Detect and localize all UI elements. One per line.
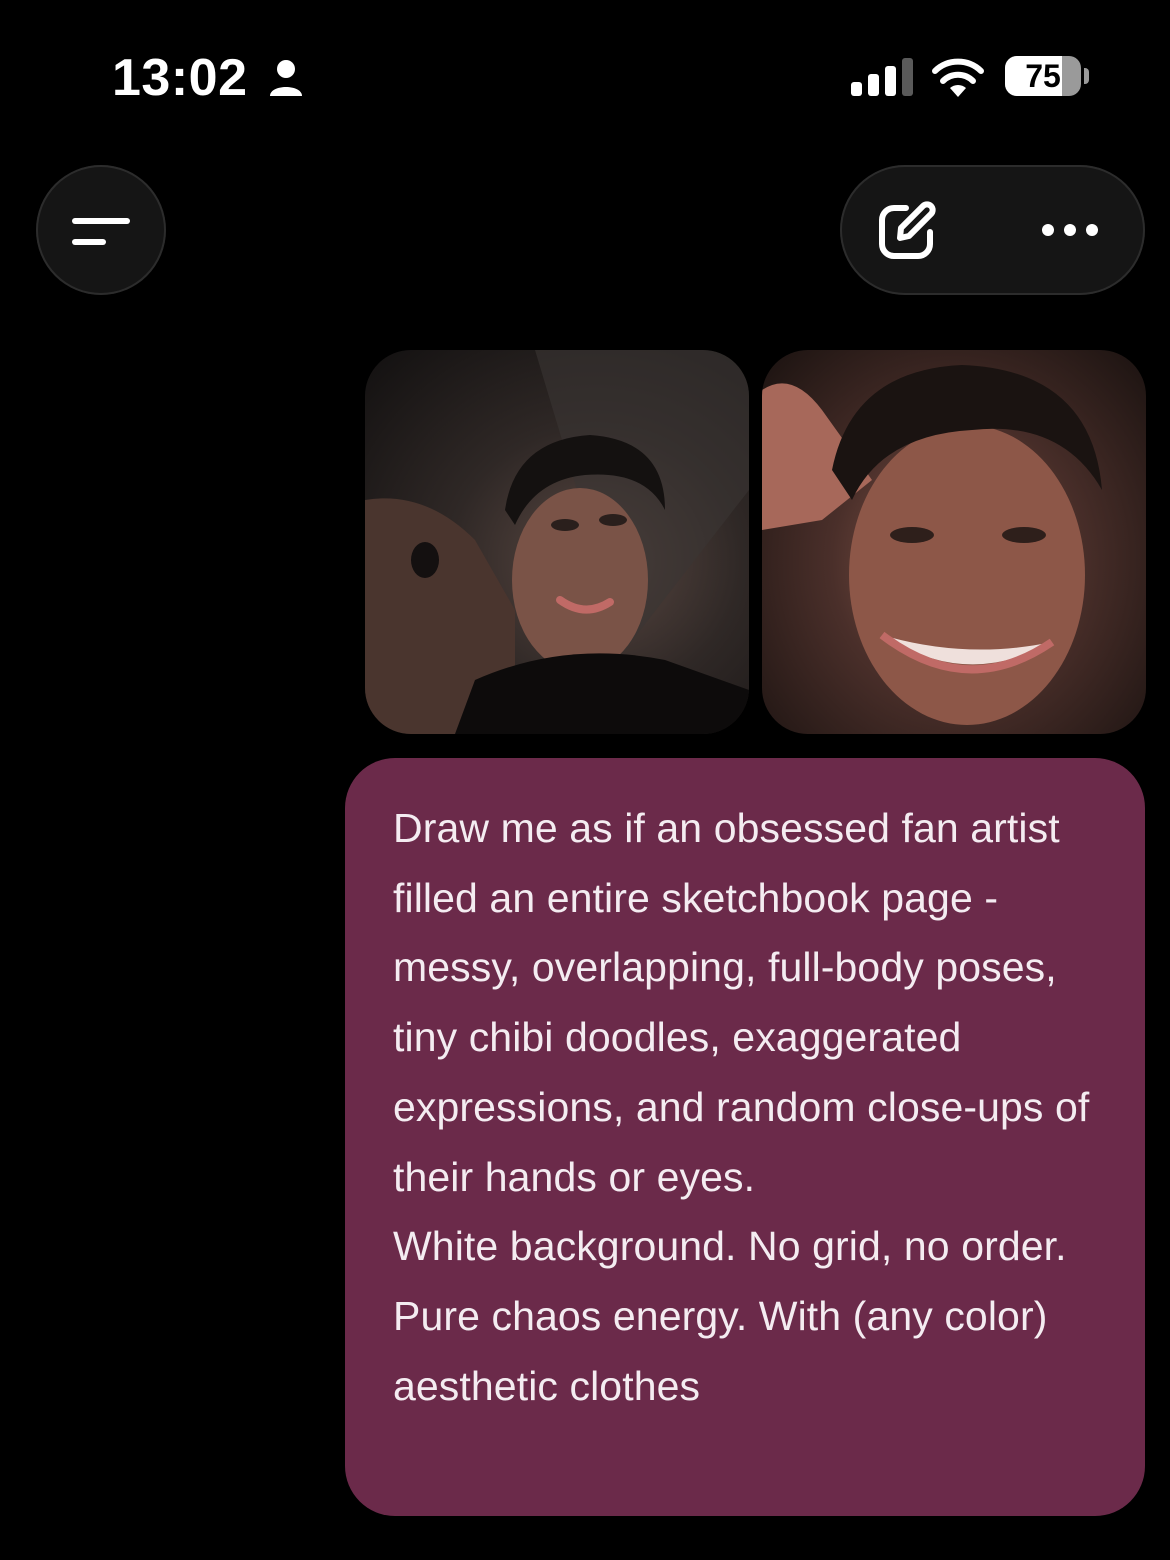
menu-lines-icon	[72, 218, 130, 245]
wifi-icon	[932, 58, 984, 97]
cellular-signal-icon	[851, 58, 913, 96]
photo-selfie-reclining	[365, 350, 749, 734]
message-paragraph-2: White background. No grid, no order. Pur…	[393, 1223, 1067, 1409]
header-actions	[840, 165, 1145, 295]
person-icon	[270, 60, 302, 96]
sidebar-menu-button[interactable]	[36, 165, 166, 295]
user-message-bubble: Draw me as if an obsessed fan artist fil…	[345, 758, 1145, 1516]
battery-level: 75	[1025, 58, 1061, 94]
compose-edit-icon	[879, 201, 936, 259]
photo-selfie-smiling	[762, 365, 1102, 725]
battery-indicator: 75	[1005, 56, 1081, 96]
more-options-button[interactable]	[1020, 180, 1120, 280]
attached-photo-1[interactable]	[365, 350, 749, 734]
new-chat-button[interactable]	[858, 180, 958, 280]
status-bar: 13:02 75	[0, 0, 1170, 150]
more-dots-icon	[1042, 224, 1098, 236]
status-time: 13:02	[112, 49, 248, 107]
battery-tip	[1084, 68, 1089, 84]
attached-photo-2[interactable]	[762, 350, 1146, 734]
message-paragraph-1: Draw me as if an obsessed fan artist fil…	[393, 805, 1090, 1200]
